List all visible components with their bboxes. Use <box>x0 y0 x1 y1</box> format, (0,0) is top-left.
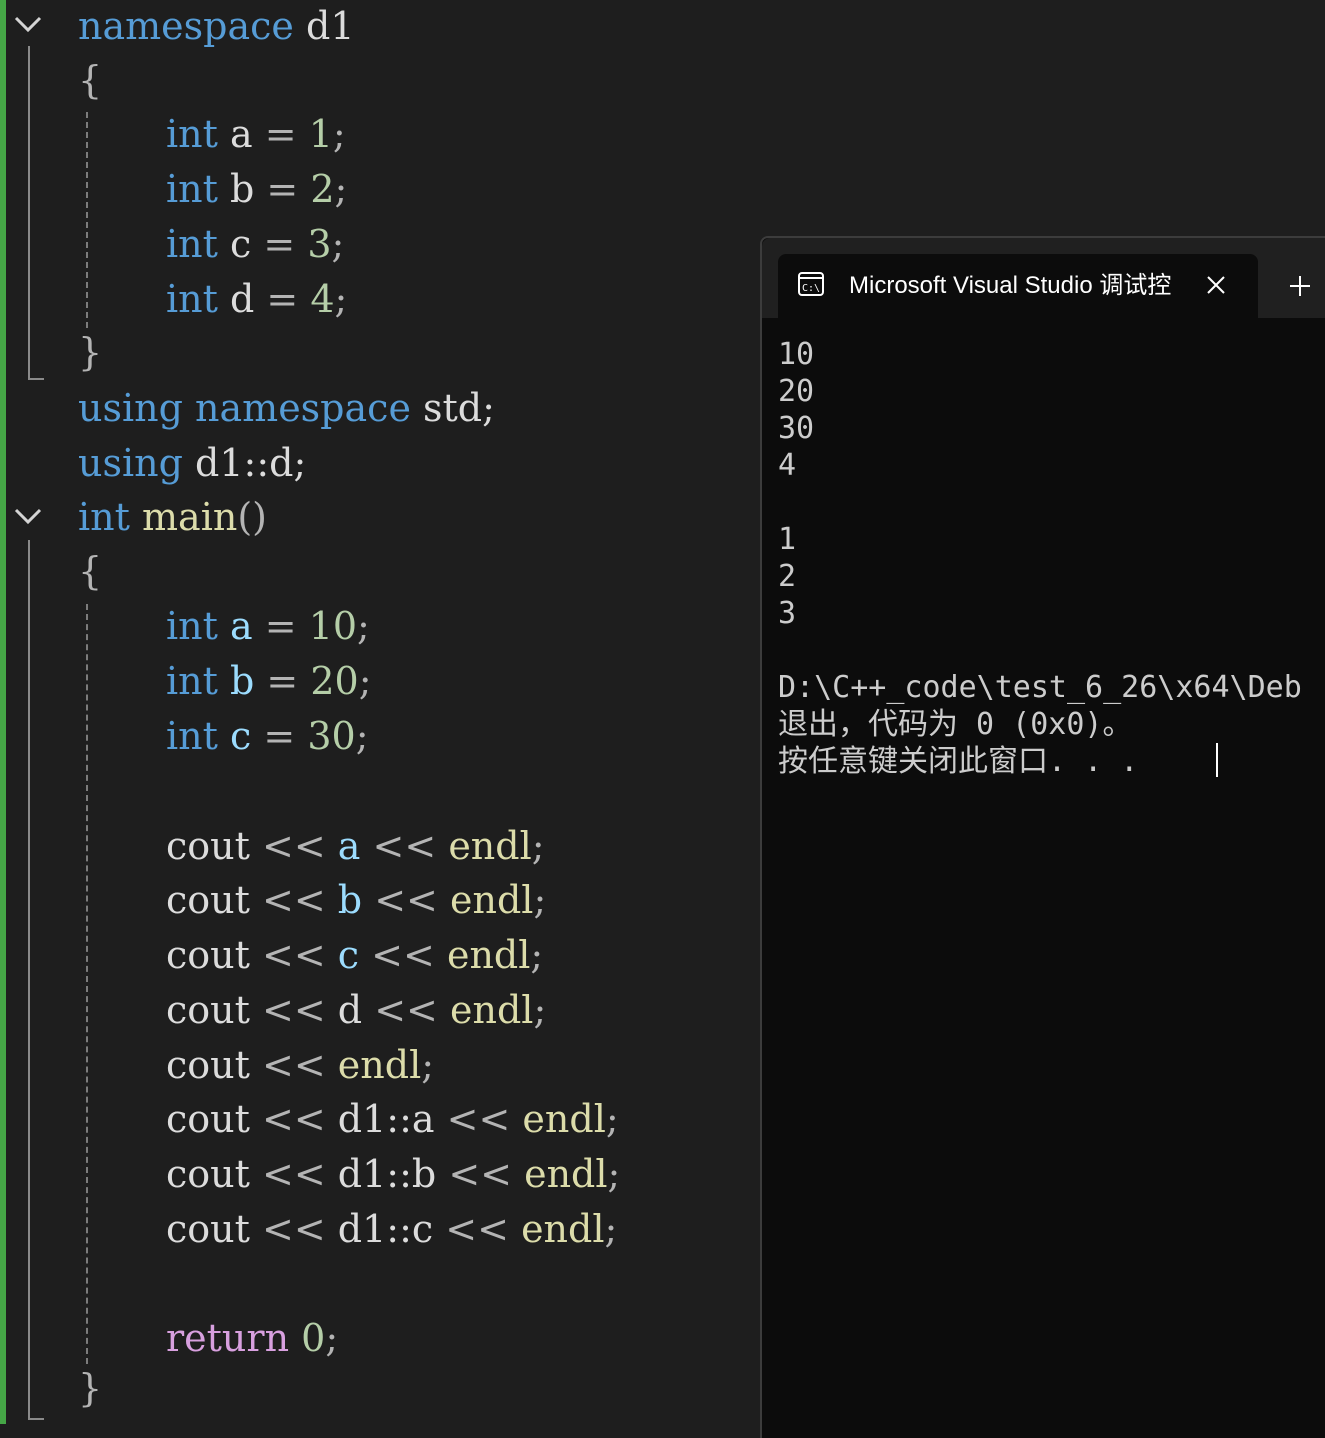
code-line: cout << c << endl; <box>166 933 544 977</box>
console-output-line: 按任意键关闭此窗口. . . <box>778 744 1139 779</box>
indent-guide <box>86 604 88 1364</box>
code-line: int b = 20; <box>166 659 372 703</box>
chevron-down-icon[interactable] <box>12 504 44 532</box>
code-line: cout << d1::c << endl; <box>166 1207 618 1251</box>
console-output-line: 3 <box>778 596 797 631</box>
code-line: return 0; <box>166 1316 339 1360</box>
code-line: int b = 2; <box>166 167 348 211</box>
console-output-line: 10 <box>778 337 815 372</box>
code-line: int a = 10; <box>166 604 370 648</box>
code-line: cout << d << endl; <box>166 988 547 1032</box>
fold-guide <box>28 46 30 380</box>
fold-guide <box>28 540 30 1420</box>
fold-guide-end <box>28 1418 44 1420</box>
change-tracking-bar <box>0 0 6 1424</box>
close-icon[interactable] <box>1205 274 1227 296</box>
code-line: using namespace std; <box>78 386 495 430</box>
chevron-down-icon[interactable] <box>12 12 44 40</box>
code-line: int main() <box>78 495 267 539</box>
code-line: } <box>78 1366 103 1410</box>
code-line: int c = 3; <box>166 222 345 266</box>
console-output-line: 退出，代码为 0 (0x0)。 <box>778 707 1133 742</box>
code-line: using d1::d; <box>78 441 307 485</box>
code-line: { <box>78 549 103 593</box>
console-output-line: D:\C++_code\test_6_26\x64\Deb <box>778 670 1302 705</box>
console-output-line: 2 <box>778 559 797 594</box>
code-line: cout << a << endl; <box>166 824 545 868</box>
fold-guide-end <box>28 378 44 380</box>
console-tab-title: Microsoft Visual Studio 调试控 <box>849 272 1172 299</box>
plus-icon[interactable] <box>1288 274 1312 298</box>
console-output-line: 4 <box>778 448 797 483</box>
code-line: int d = 4; <box>166 277 348 321</box>
console-titlebar[interactable]: C:\ Microsoft Visual Studio 调试控 <box>762 238 1325 318</box>
code-line: int a = 1; <box>166 112 346 156</box>
code-line: cout << d1::b << endl; <box>166 1152 621 1196</box>
code-line: } <box>78 330 103 374</box>
console-output-line: 20 <box>778 374 815 409</box>
console-tab[interactable]: C:\ Microsoft Visual Studio 调试控 <box>778 254 1258 318</box>
code-line: { <box>78 58 103 102</box>
code-line: cout << d1::a << endl; <box>166 1097 619 1141</box>
svg-text:C:\: C:\ <box>802 283 820 294</box>
code-line: cout << endl; <box>166 1043 435 1087</box>
indent-guide <box>86 112 88 328</box>
terminal-icon: C:\ <box>798 272 824 296</box>
code-line: namespace d1 <box>78 4 355 48</box>
console-output-line: 30 <box>778 411 815 446</box>
text-cursor <box>1216 743 1218 777</box>
console-output-line: 1 <box>778 522 797 557</box>
code-line: cout << b << endl; <box>166 878 547 922</box>
debug-console-window[interactable]: C:\ Microsoft Visual Studio 调试控 10 20 30… <box>760 236 1325 1438</box>
code-line: int c = 30; <box>166 714 369 758</box>
